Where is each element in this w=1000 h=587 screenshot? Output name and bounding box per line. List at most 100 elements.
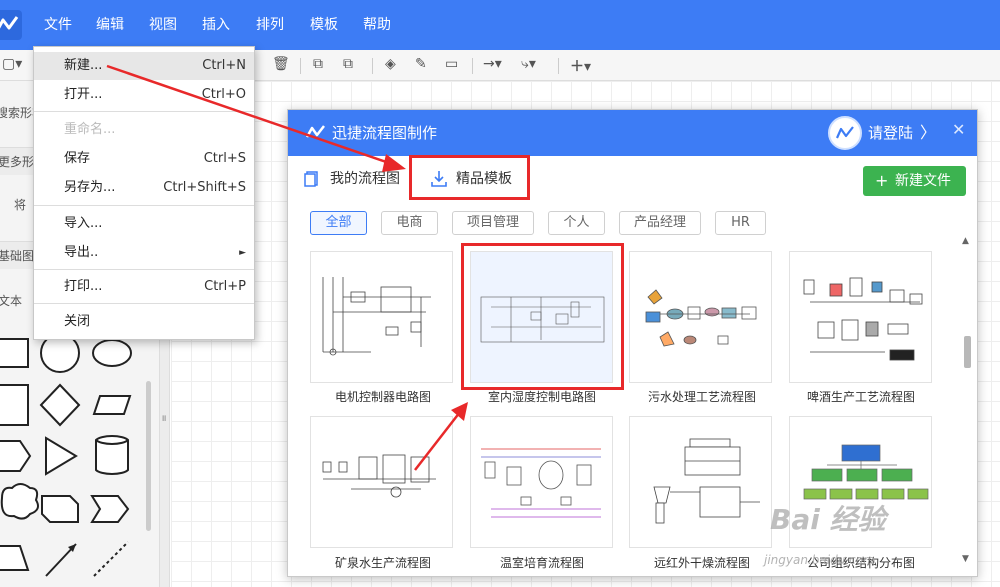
page-format-icon[interactable]: ▢▾	[2, 56, 22, 72]
toolbar-divider	[558, 58, 559, 74]
menu-item-export[interactable]: 导出.. ►	[34, 239, 254, 267]
menu-item-new[interactable]: 新建... Ctrl+N	[34, 52, 254, 80]
process-diagram-thumbnail	[645, 289, 757, 347]
shape-panel-scrollbar[interactable]	[146, 381, 151, 531]
template-card[interactable]	[310, 251, 453, 383]
menu-item-label: 新建...	[64, 58, 103, 73]
avatar-icon	[836, 126, 854, 139]
template-card[interactable]	[629, 251, 772, 383]
chevron-right-icon[interactable]: 〉	[920, 110, 936, 156]
menu-help[interactable]: 帮助	[363, 0, 391, 50]
waypoint-icon[interactable]: ⤷▾	[521, 56, 536, 72]
menu-item-label: 打印...	[64, 279, 103, 294]
template-card[interactable]	[310, 416, 453, 548]
watermark: Bai 经验	[770, 503, 886, 536]
document-icon	[304, 171, 318, 187]
menu-item-close[interactable]: 关闭	[34, 308, 254, 336]
menu-item-label: 关闭	[64, 314, 91, 329]
filter-personal[interactable]: 个人	[548, 211, 605, 235]
scroll-down-icon[interactable]: ▼	[962, 554, 969, 564]
template-card[interactable]	[470, 416, 613, 548]
filter-product-manager[interactable]: 产品经理	[619, 211, 701, 235]
menu-divider	[34, 205, 254, 206]
menu-template[interactable]: 模板	[310, 0, 338, 50]
template-name: 远红外干燥流程图	[653, 556, 750, 570]
menu-view[interactable]: 视图	[149, 0, 177, 50]
shadow-icon[interactable]: ▭	[445, 56, 458, 72]
menu-item-shortcut: Ctrl+O	[201, 87, 246, 102]
template-card[interactable]	[789, 251, 932, 383]
diamond-shape	[39, 383, 81, 427]
process-diagram-thumbnail	[803, 277, 923, 361]
toolbar-divider	[372, 58, 373, 74]
filter-ecommerce[interactable]: 电商	[381, 211, 438, 235]
menu-arrange[interactable]: 排列	[256, 0, 284, 50]
dashed-line-shape	[93, 541, 129, 577]
menu-item-shortcut: Ctrl+N	[202, 58, 246, 73]
template-scrollbar[interactable]: ▲ ▼	[960, 236, 974, 566]
line-color-icon[interactable]: ✎	[415, 56, 427, 72]
file-menu: 新建... Ctrl+N 打开... Ctrl+O 重命名... 保存 Ctrl…	[33, 46, 255, 340]
template-card[interactable]	[629, 416, 772, 548]
toolbar-divider	[472, 58, 473, 74]
highlight-templates-tab	[409, 155, 530, 200]
template-name: 室内湿度控制电路图	[487, 390, 596, 404]
submenu-arrow-icon: ►	[239, 248, 246, 258]
menu-insert[interactable]: 插入	[202, 0, 230, 50]
avatar[interactable]	[828, 116, 862, 150]
square-shape	[0, 384, 29, 426]
fill-color-icon[interactable]: ◈	[385, 56, 396, 72]
menu-item-import[interactable]: 导入...	[34, 210, 254, 238]
to-back-icon[interactable]: ⧉	[343, 56, 353, 72]
filter-project-management[interactable]: 项目管理	[452, 211, 534, 235]
menu-item-save-as[interactable]: 另存为... Ctrl+Shift+S	[34, 174, 254, 202]
app-logo[interactable]	[0, 6, 24, 44]
circuit-diagram-thumbnail	[322, 277, 431, 356]
filter-hr[interactable]: HR	[715, 211, 766, 235]
trapezoid-shape	[0, 545, 30, 571]
filter-all[interactable]: 全部	[310, 211, 367, 235]
to-front-icon[interactable]: ⧉	[313, 56, 323, 72]
menu-divider	[34, 303, 254, 304]
close-icon[interactable]: ✕	[952, 110, 965, 150]
pentagon-shape	[0, 440, 32, 472]
template-name: 电机控制器电路图	[334, 390, 431, 404]
step-shape	[90, 495, 130, 523]
menu-item-print[interactable]: 打印... Ctrl+P	[34, 273, 254, 301]
new-file-button[interactable]: + 新建文件	[863, 166, 966, 196]
scrollbar-thumb[interactable]	[964, 336, 971, 368]
connection-icon[interactable]: →▾	[483, 56, 502, 72]
menu-item-open[interactable]: 打开... Ctrl+O	[34, 81, 254, 109]
delete-icon[interactable]: 🗑	[272, 56, 290, 72]
menu-divider	[34, 111, 254, 112]
process-diagram-thumbnail	[653, 438, 760, 524]
template-name: 啤酒生产工艺流程图	[806, 390, 915, 404]
menu-item-shortcut: Ctrl+Shift+S	[163, 180, 246, 195]
dialog-title: 迅捷流程图制作	[332, 124, 438, 142]
splitter-grip-icon: ॥	[161, 414, 167, 424]
menu-edit[interactable]: 编辑	[96, 0, 124, 50]
plus-icon: +	[875, 171, 889, 190]
circle-shape	[40, 336, 80, 373]
process-diagram-thumbnail	[322, 454, 436, 498]
cube-shape	[41, 495, 79, 523]
highlight-selected-template	[461, 243, 624, 390]
menu-item-label: 打开...	[64, 87, 103, 102]
scroll-up-icon[interactable]: ▲	[962, 236, 969, 246]
insert-icon[interactable]: ＋▾	[570, 56, 591, 76]
menu-file[interactable]: 文件	[44, 0, 72, 50]
menu-bar: 文件 编辑 视图 插入 排列 模板 帮助	[0, 0, 1000, 50]
logo-icon	[0, 10, 22, 40]
menu-item-label: 导出..	[64, 245, 99, 260]
ellipse-shape	[92, 339, 132, 367]
menu-item-save[interactable]: 保存 Ctrl+S	[34, 145, 254, 173]
menu-divider	[34, 269, 254, 270]
watermark-url: jingyan.baidu.com	[764, 553, 875, 567]
menu-item-label: 重命名...	[64, 122, 116, 137]
dialog-logo-icon	[306, 125, 325, 138]
parallelogram-shape	[92, 395, 132, 415]
login-link[interactable]: 请登陆	[868, 110, 913, 156]
triangle-shape	[45, 436, 78, 476]
cloud-shape	[0, 483, 39, 520]
shape-palette[interactable]	[0, 336, 145, 586]
